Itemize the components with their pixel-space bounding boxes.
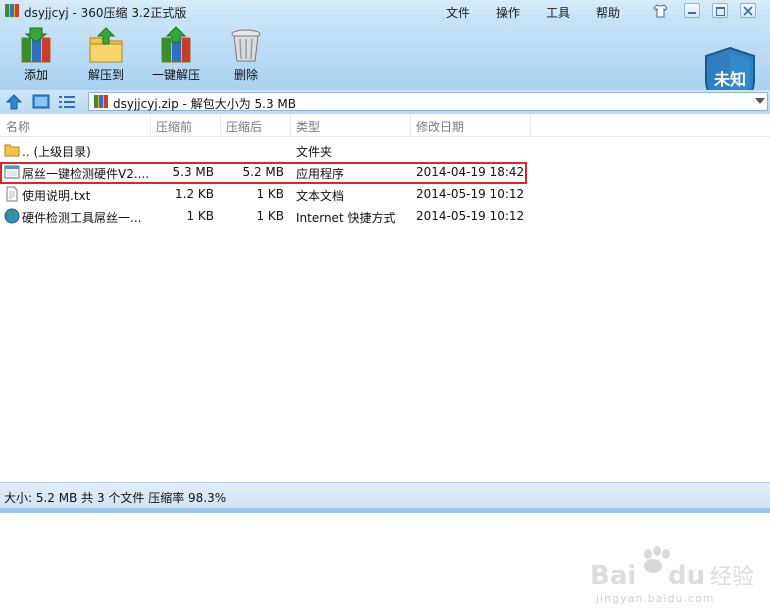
file-type: Internet 快捷方式	[296, 211, 396, 225]
minimize-button[interactable]	[684, 3, 700, 18]
menu-file[interactable]: 文件	[446, 4, 470, 21]
watermark-url: jingyan.baidu.com	[596, 592, 715, 605]
status-text: 大小: 5.2 MB 共 3 个文件 压缩率 98.3%	[4, 491, 227, 505]
address-dropdown-icon[interactable]	[755, 98, 765, 104]
column-divider	[290, 114, 291, 136]
column-header: 名称 压缩前 压缩后 类型 修改日期	[0, 114, 770, 137]
menu-help[interactable]: 帮助	[596, 4, 620, 21]
file-name: .. (上级目录)	[22, 145, 91, 159]
svg-text:经验: 经验	[710, 565, 754, 590]
file-row-txt[interactable]: 使用说明.txt 1.2 KB 1 KB 文本文档 2014-05-19 10:…	[0, 184, 540, 205]
menu-tools[interactable]: 工具	[546, 4, 570, 21]
maximize-icon	[716, 7, 725, 16]
title-bar: dsyjjcyj - 360压缩 3.2正式版 文件 操作 工具 帮助	[0, 0, 770, 22]
minimize-icon	[688, 12, 696, 14]
one-click-extract-label: 一键解压	[151, 68, 200, 82]
delete-label: 删除	[233, 68, 258, 82]
column-divider	[220, 114, 221, 136]
trash-icon	[231, 29, 261, 62]
column-divider	[410, 114, 411, 136]
column-name[interactable]: 名称	[6, 118, 30, 135]
file-date: 2014-05-19 10:12	[416, 187, 525, 201]
file-date: 2014-05-19 10:12	[416, 209, 525, 223]
highlight-box	[0, 162, 527, 184]
main-toolbar: 添加 解压到 一键解压 删除 未知	[0, 22, 770, 113]
add-button-label: 添加	[23, 68, 48, 82]
extract-to-icon	[89, 27, 123, 63]
address-field[interactable]: dsyjjcyj.zip - 解包大小为 5.3 MB	[88, 92, 768, 111]
close-button[interactable]	[740, 3, 756, 18]
file-list: 名称 压缩前 压缩后 类型 修改日期 .. (上级目录) 文件夹 屌丝一键检测硬…	[0, 114, 770, 605]
extract-to-label: 解压到	[87, 68, 124, 82]
delete-button[interactable]: 删除	[216, 26, 276, 86]
one-click-extract-icon	[161, 26, 191, 63]
add-button[interactable]: 添加	[6, 26, 66, 86]
address-path: dsyjjcyj.zip - 解包大小为 5.3 MB	[113, 97, 296, 111]
list-view-icon[interactable]	[58, 94, 76, 110]
large-icons-view-icon[interactable]	[32, 94, 50, 110]
window-title: dsyjjcyj - 360压缩 3.2正式版	[24, 6, 187, 20]
column-modified[interactable]: 修改日期	[416, 118, 464, 135]
file-row-parent[interactable]: .. (上级目录) 文件夹	[0, 140, 540, 161]
extract-to-button[interactable]: 解压到	[76, 26, 136, 86]
file-name: 使用说明.txt	[22, 189, 91, 203]
column-divider	[150, 114, 151, 136]
file-row-url[interactable]: 硬件检测工具屌丝一... 1 KB 1 KB Internet 快捷方式 201…	[0, 206, 540, 227]
file-type: 文件夹	[296, 145, 333, 159]
menu-operation[interactable]: 操作	[496, 4, 520, 21]
file-name: 硬件检测工具屌丝一...	[22, 211, 142, 225]
file-size-before: 1.2 KB	[175, 187, 214, 201]
archive-app-icon	[5, 4, 19, 17]
file-size-after: 1 KB	[256, 209, 284, 223]
up-arrow-icon[interactable]	[6, 94, 22, 110]
column-type[interactable]: 类型	[296, 118, 320, 135]
folder-icon	[4, 144, 20, 157]
status-bar: 大小: 5.2 MB 共 3 个文件 压缩率 98.3%	[0, 482, 770, 509]
one-click-extract-button[interactable]: 一键解压	[146, 26, 206, 86]
text-file-icon	[6, 186, 18, 202]
zip-file-icon	[94, 95, 108, 108]
column-uncompressed[interactable]: 压缩后	[226, 118, 262, 135]
svg-text:du: du	[668, 561, 705, 591]
file-type: 文本文档	[296, 189, 345, 203]
close-icon	[743, 6, 753, 16]
skin-shirt-icon[interactable]	[652, 3, 669, 19]
column-divider	[530, 114, 531, 136]
maximize-button[interactable]	[712, 3, 728, 18]
address-bar: dsyjjcyj.zip - 解包大小为 5.3 MB	[0, 90, 770, 114]
file-size-after: 1 KB	[256, 187, 284, 201]
baidu-watermark: Bai du 经验 jingyan.baidu.com	[590, 544, 760, 608]
file-size-before: 1 KB	[186, 209, 214, 223]
globe-icon	[4, 208, 20, 224]
security-status-label: 未知	[713, 70, 746, 89]
bottom-edge	[0, 508, 770, 513]
column-compressed[interactable]: 压缩前	[156, 118, 192, 135]
svg-text:Bai: Bai	[590, 561, 636, 591]
add-archive-icon	[21, 27, 51, 63]
